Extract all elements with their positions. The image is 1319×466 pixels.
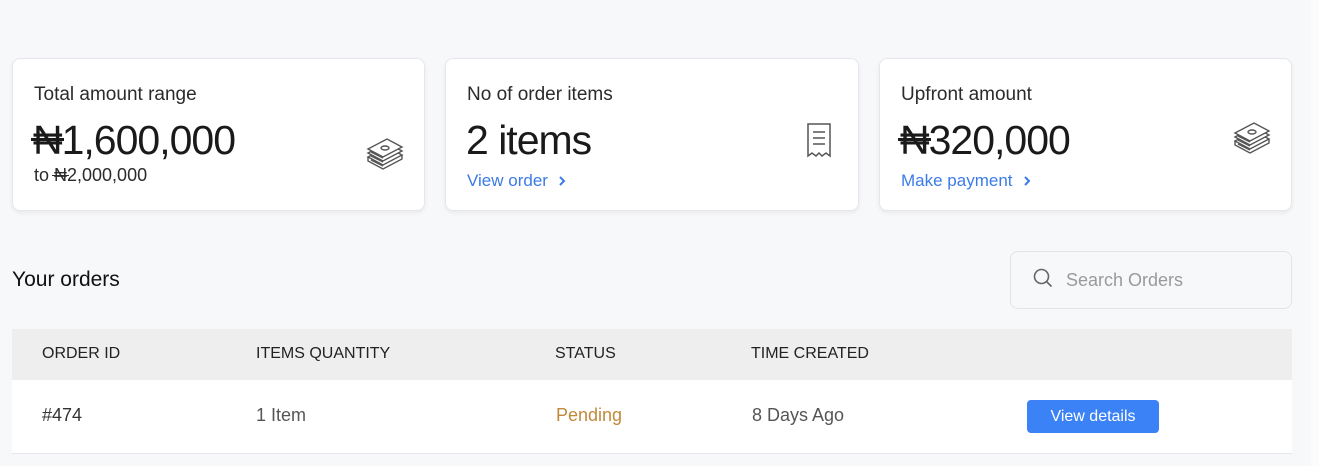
status-cell: Pending	[556, 405, 623, 425]
card-label: No of order items	[467, 84, 613, 105]
column-header-items-quantity: ITEMS QUANTITY	[256, 345, 391, 362]
search-icon	[1033, 268, 1053, 293]
currency-symbol: ₦	[31, 117, 64, 163]
page-edge	[1311, 0, 1319, 466]
view-details-button[interactable]: View details	[1027, 400, 1159, 433]
order-id-cell: #474	[42, 405, 83, 425]
orders-title: Your orders	[12, 268, 120, 291]
chevron-right-icon	[559, 176, 566, 186]
time-created-cell: 8 Days Ago	[752, 405, 845, 425]
receipt-icon	[806, 122, 832, 163]
money-stack-icon	[1232, 121, 1272, 160]
items-count-value: 2 items	[466, 117, 592, 163]
items-quantity-cell: 1 Item	[256, 405, 307, 425]
amount-range-upper: to ₦2,000,000	[34, 165, 147, 186]
money-stack-icon	[365, 137, 405, 176]
range-prefix: to	[34, 165, 55, 185]
chevron-right-icon	[1023, 176, 1030, 186]
orders-dashboard: Total amount range ₦1,600,000 to ₦2,000,…	[0, 0, 1319, 466]
make-payment-link[interactable]: Make payment	[901, 171, 1032, 191]
card-label: Total amount range	[34, 84, 197, 105]
column-header-time-created: TIME CREATED	[751, 345, 869, 362]
range-amount: 2,000,000	[67, 165, 148, 185]
link-label: View order	[467, 171, 548, 190]
currency-symbol: ₦	[52, 165, 70, 185]
column-header-order-id: ORDER ID	[42, 345, 121, 362]
column-header-status: STATUS	[555, 345, 616, 362]
total-amount-card: Total amount range ₦1,600,000 to ₦2,000,…	[12, 58, 425, 211]
search-input[interactable]	[1066, 269, 1276, 291]
upfront-amount-card: Upfront amount ₦320,000 Make payment	[879, 58, 1292, 211]
order-items-card: No of order items 2 items View order	[445, 58, 859, 211]
table-row: #474 1 Item Pending 8 Days Ago View deta…	[12, 380, 1292, 454]
view-order-link[interactable]: View order	[467, 171, 567, 191]
table-header: ORDER ID ITEMS QUANTITY STATUS TIME CREA…	[12, 329, 1292, 380]
amount-number: 320,000	[928, 117, 1071, 163]
currency-symbol: ₦	[898, 117, 931, 163]
search-box[interactable]	[1010, 251, 1292, 309]
amount-number: 1,600,000	[61, 117, 236, 163]
orders-table: ORDER ID ITEMS QUANTITY STATUS TIME CREA…	[12, 329, 1292, 454]
upfront-amount-value: ₦320,000	[898, 117, 1071, 164]
card-label: Upfront amount	[901, 84, 1032, 105]
total-amount-value: ₦1,600,000	[31, 117, 236, 164]
link-label: Make payment	[901, 171, 1013, 190]
